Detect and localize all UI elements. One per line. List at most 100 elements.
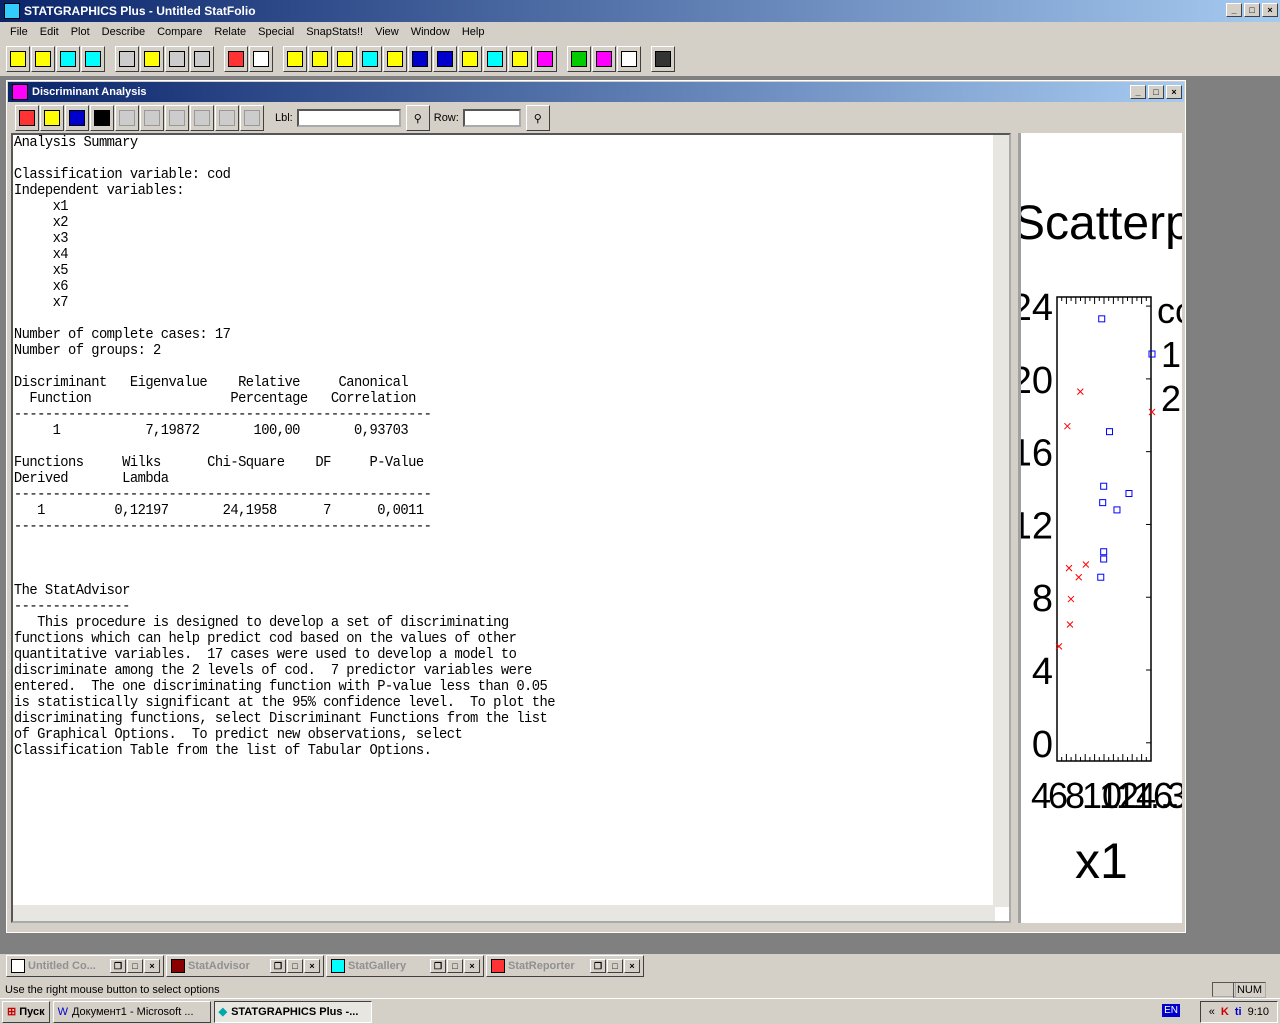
- timeseries-button[interactable]: [408, 46, 432, 72]
- grid-button[interactable]: [483, 46, 507, 72]
- boxplot-button[interactable]: [308, 46, 332, 72]
- exclude-button[interactable]: [165, 105, 189, 131]
- minimize-button[interactable]: _: [1226, 3, 1242, 17]
- maximize-button[interactable]: □: [447, 959, 463, 973]
- minimized-window[interactable]: StatGallery ❐ □ ×: [326, 955, 484, 977]
- row-label: Row:: [433, 112, 459, 124]
- find-label-button[interactable]: ⚲: [405, 105, 430, 131]
- undo-button[interactable]: [190, 46, 214, 72]
- regression-button[interactable]: [458, 46, 482, 72]
- tabular-options-button[interactable]: [40, 105, 64, 131]
- zoom-button[interactable]: [240, 105, 264, 131]
- maximize-button[interactable]: □: [1148, 85, 1164, 99]
- data-point-group-2: [1066, 621, 1074, 628]
- calculator-button[interactable]: [651, 46, 675, 72]
- preview-button[interactable]: [249, 46, 273, 72]
- histogram-icon: [337, 51, 353, 67]
- numbers-button[interactable]: [81, 46, 105, 72]
- report-line: [14, 535, 929, 551]
- language-indicator[interactable]: EN: [1162, 1004, 1180, 1017]
- task-word[interactable]: W Документ1 - Microsoft ...: [52, 1000, 211, 1023]
- report-line: [14, 359, 929, 375]
- menu-plot[interactable]: Plot: [65, 26, 96, 38]
- histogram-button[interactable]: [333, 46, 357, 72]
- close-button[interactable]: ×: [144, 959, 160, 973]
- matrix-button[interactable]: [383, 46, 407, 72]
- start-button[interactable]: ⊞ Пуск: [2, 1000, 50, 1023]
- glm-icon: [537, 51, 553, 67]
- menu-compare[interactable]: Compare: [151, 26, 208, 38]
- vertical-scrollbar[interactable]: [993, 135, 1009, 907]
- report-line: [14, 311, 929, 327]
- menu-edit[interactable]: Edit: [34, 26, 65, 38]
- pane-options-button[interactable]: [115, 105, 139, 131]
- identify-button[interactable]: [215, 105, 239, 131]
- datasheet-button[interactable]: [56, 46, 80, 72]
- menu-snapstats[interactable]: SnapStats!!: [300, 26, 369, 38]
- data-point-group-1: [1113, 506, 1121, 514]
- data-point-group-1: [1106, 428, 1114, 436]
- data-point-group-1: [1098, 315, 1106, 323]
- copy-button[interactable]: [140, 46, 164, 72]
- menu-special[interactable]: Special: [252, 26, 300, 38]
- restore-button[interactable]: ❐: [590, 959, 606, 973]
- restore-button[interactable]: ❐: [270, 959, 286, 973]
- antivirus-icon[interactable]: K: [1221, 1006, 1229, 1018]
- close-button[interactable]: ×: [464, 959, 480, 973]
- save-button[interactable]: [31, 46, 55, 72]
- analysis-summary-pane[interactable]: Analysis Summary Classification variable:…: [11, 133, 1011, 923]
- menu-describe[interactable]: Describe: [96, 26, 151, 38]
- tray-app-icon[interactable]: ti: [1235, 1006, 1242, 1018]
- menu-file[interactable]: File: [4, 26, 34, 38]
- scatter-button[interactable]: [283, 46, 307, 72]
- expand-tray-icon[interactable]: «: [1209, 1006, 1215, 1018]
- maximize-button[interactable]: □: [607, 959, 623, 973]
- report-line: Discriminant Eigenvalue Relative Canonic…: [13, 374, 409, 391]
- task-statgraphics[interactable]: ◆ STATGRAPHICS Plus -...: [213, 1000, 372, 1023]
- y-tick-label: 16: [1021, 433, 1053, 475]
- wizard-button[interactable]: [592, 46, 616, 72]
- input-dialog-button[interactable]: [15, 105, 39, 131]
- chart-title: Scatterplot: [1021, 197, 1182, 250]
- menu-window[interactable]: Window: [405, 26, 456, 38]
- close-button[interactable]: ×: [304, 959, 320, 973]
- menu-view[interactable]: View: [369, 26, 405, 38]
- close-button[interactable]: ×: [1166, 85, 1182, 99]
- cut-button[interactable]: [115, 46, 139, 72]
- stats-button[interactable]: [358, 46, 382, 72]
- open-button[interactable]: [6, 46, 30, 72]
- close-button[interactable]: ×: [1262, 3, 1278, 17]
- print-button[interactable]: [224, 46, 248, 72]
- close-button[interactable]: ×: [624, 959, 640, 973]
- help-button[interactable]: [617, 46, 641, 72]
- scatterplot-pane[interactable]: Scatterplot0481216202446810121416...33x1…: [1018, 133, 1182, 923]
- maximize-button[interactable]: □: [287, 959, 303, 973]
- dendrogram-button[interactable]: [508, 46, 532, 72]
- stats-icon: [362, 51, 378, 67]
- app-title: STATGRAPHICS Plus - Untitled StatFolio: [24, 4, 256, 18]
- graphical-options-button[interactable]: [65, 105, 89, 131]
- find-row-button[interactable]: ⚲: [525, 105, 550, 131]
- minimized-window[interactable]: StatAdvisor ❐ □ ×: [166, 955, 324, 977]
- menu-relate[interactable]: Relate: [208, 26, 252, 38]
- glm-button[interactable]: [533, 46, 557, 72]
- advisor-button[interactable]: [567, 46, 591, 72]
- horizontal-scrollbar[interactable]: [13, 905, 995, 921]
- brush-button[interactable]: [190, 105, 214, 131]
- lbl-input[interactable]: [296, 109, 401, 127]
- minimized-window[interactable]: Untitled Co... ❐ □ ×: [6, 955, 164, 977]
- minimized-window[interactable]: StatReporter ❐ □ ×: [486, 955, 644, 977]
- data-point-group-1: [1100, 482, 1108, 490]
- save-results-button[interactable]: [90, 105, 114, 131]
- menu-help[interactable]: Help: [456, 26, 491, 38]
- minimize-button[interactable]: _: [1130, 85, 1146, 99]
- row-input[interactable]: [462, 109, 521, 127]
- distribution-button[interactable]: [433, 46, 457, 72]
- move-button[interactable]: [140, 105, 164, 131]
- restore-button[interactable]: ❐: [110, 959, 126, 973]
- datasheet-icon: [60, 51, 76, 67]
- maximize-button[interactable]: □: [1244, 3, 1260, 17]
- restore-button[interactable]: ❐: [430, 959, 446, 973]
- paste-button[interactable]: [165, 46, 189, 72]
- maximize-button[interactable]: □: [127, 959, 143, 973]
